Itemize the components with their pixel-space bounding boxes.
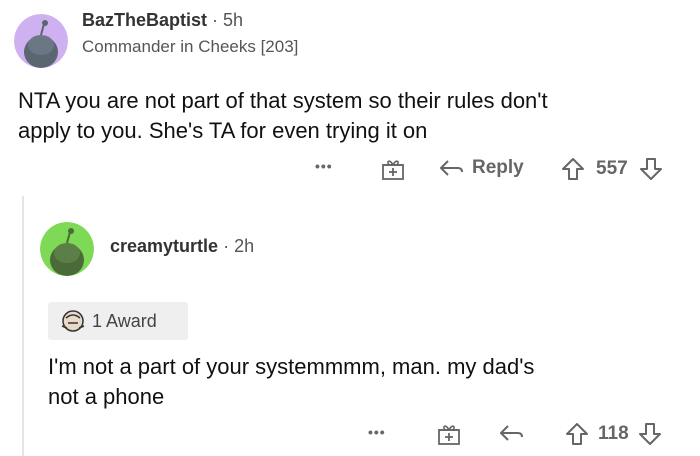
vote-score: 118 [598, 423, 629, 444]
more-options-icon: ••• [315, 158, 333, 174]
vote-controls: 118 [564, 421, 663, 447]
upvote-icon[interactable] [560, 156, 586, 182]
downvote-icon[interactable] [637, 421, 663, 447]
thread-line[interactable] [22, 196, 24, 456]
username[interactable]: creamyturtle · 2h [110, 236, 254, 257]
downvote-icon[interactable] [638, 156, 664, 182]
user-flair: Commander in Cheeks [203] [82, 37, 299, 56]
avatar[interactable] [40, 222, 94, 276]
comment-line: NTA you are not part of that system so t… [18, 88, 548, 113]
award-badge[interactable]: 1 Award [48, 302, 188, 340]
timestamp: 5h [223, 10, 244, 30]
award-label: 1 Award [92, 310, 157, 331]
vote-score: 557 [596, 158, 628, 179]
upvote-icon[interactable] [564, 421, 590, 447]
give-award-button[interactable] [436, 421, 462, 447]
more-options-icon: ••• [368, 424, 386, 440]
reply-button[interactable] [498, 421, 524, 445]
reply-label: Reply [472, 157, 524, 178]
give-award-button[interactable] [380, 156, 406, 182]
username-text[interactable]: creamyturtle [110, 236, 218, 256]
avatar[interactable] [14, 14, 68, 68]
timestamp: 2h [234, 236, 255, 256]
reply-arrow-icon [440, 160, 463, 176]
comment-line: I'm not a part of your systemmmm, man. m… [48, 354, 535, 379]
award-icon [61, 310, 85, 332]
gift-icon [438, 425, 460, 445]
more-options-button[interactable]: ••• [315, 158, 333, 174]
separator: · [223, 236, 230, 256]
comment-line: apply to you. She's TA for even trying i… [18, 118, 428, 143]
comment-body: NTA you are not part of that system so t… [18, 86, 548, 146]
reply-button[interactable]: Reply [438, 156, 524, 180]
username[interactable]: BazTheBaptist · 5h [82, 10, 243, 31]
reply-arrow-icon [500, 425, 523, 441]
separator: · [212, 10, 219, 30]
username-text[interactable]: BazTheBaptist [82, 10, 207, 30]
comment-line: not a phone [48, 384, 165, 409]
vote-controls: 557 [560, 156, 664, 182]
more-options-button[interactable]: ••• [368, 424, 386, 440]
comment-body: I'm not a part of your systemmmm, man. m… [48, 352, 534, 412]
gift-icon [382, 160, 404, 180]
